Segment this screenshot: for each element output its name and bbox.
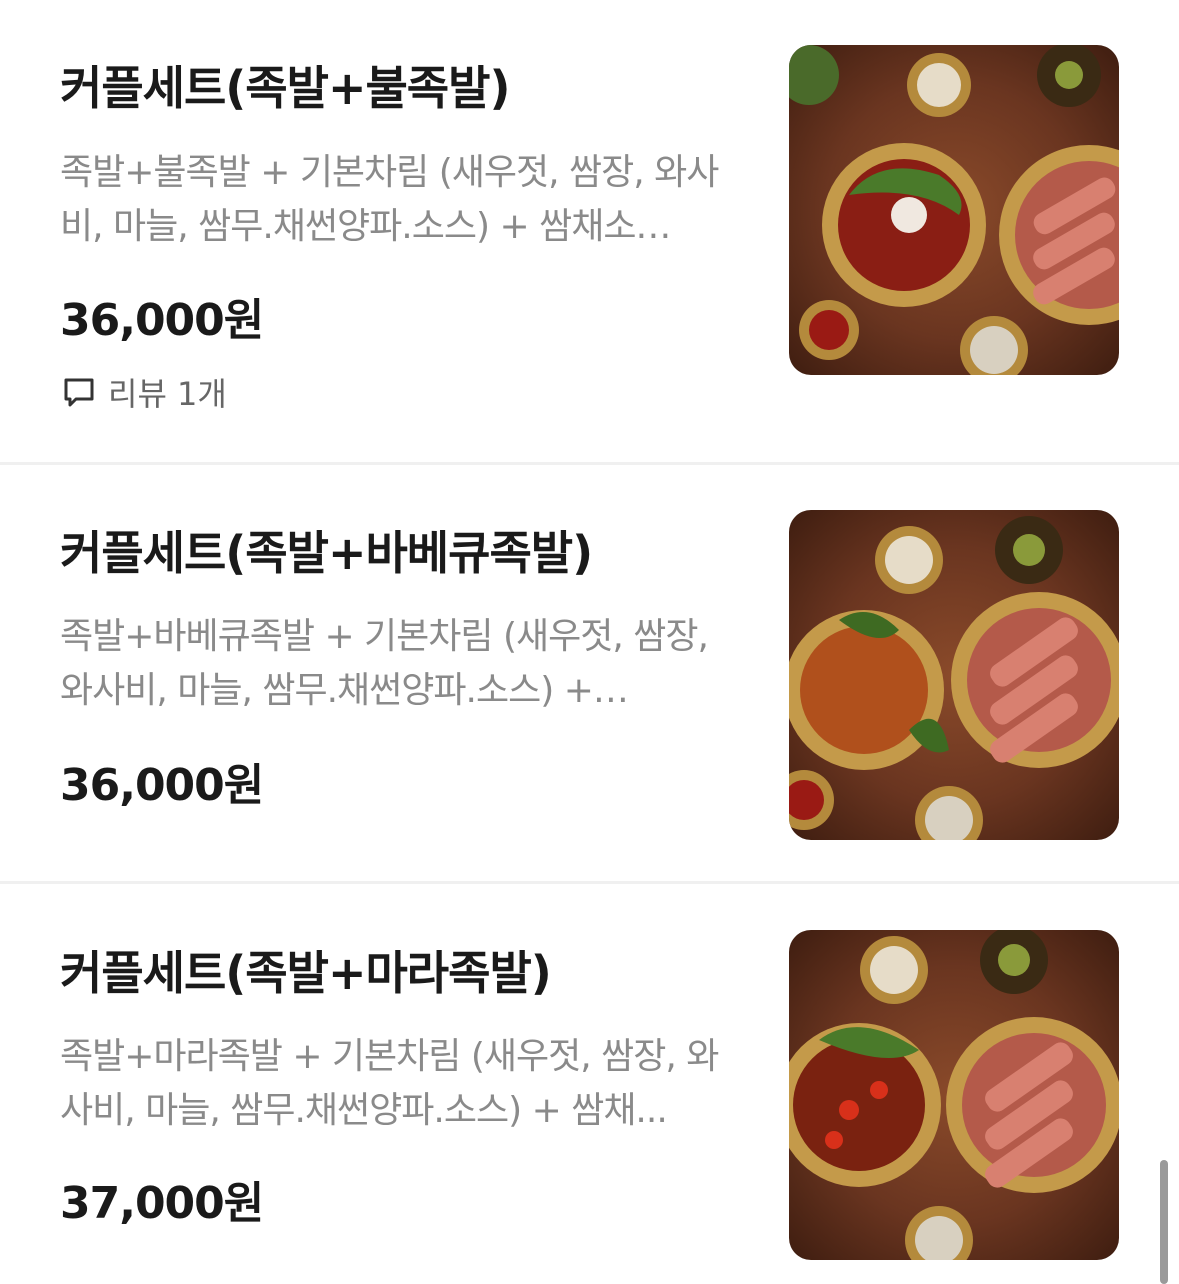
menu-item-title: 커플세트(족발+바베큐족발) (60, 526, 593, 580)
menu-item-description: 족발+마라족발 + 기본차림 (새우젓, 쌈장, 와사비, 마늘, 쌈무.채썬양… (60, 1036, 719, 1131)
food-photo-icon (789, 510, 1119, 840)
menu-item-title: 커플세트(족발+불족발) (60, 61, 510, 115)
menu-list: 커플세트(족발+불족발) 족발+불족발 + 기본차림 (새우젓, 쌈장, 와사비… (0, 0, 1179, 1284)
food-photo-icon (789, 930, 1119, 1260)
menu-item-price: 36,000원 (60, 760, 264, 811)
menu-item-price: 36,000원 (60, 295, 264, 346)
menu-item-description: 족발+불족발 + 기본차림 (새우젓, 쌈장, 와사비, 마늘, 쌈무.채썬양파… (60, 152, 719, 247)
menu-item-couple-set-bul-jokbal[interactable]: 커플세트(족발+불족발) 족발+불족발 + 기본차림 (새우젓, 쌈장, 와사비… (0, 0, 1179, 464)
menu-item-title: 커플세트(족발+마라족발) (60, 946, 552, 1000)
review-count-label: 리뷰 1개 (108, 375, 227, 413)
menu-item-couple-set-mala-jokbal[interactable]: 커플세트(족발+마라족발) 족발+마라족발 + 기본차림 (새우젓, 쌈장, 와… (0, 883, 1179, 1284)
food-photo-icon (789, 45, 1119, 375)
review-count[interactable]: 리뷰 1개 (62, 372, 227, 413)
menu-item-price: 37,000원 (60, 1178, 264, 1229)
menu-item-couple-set-bbq-jokbal[interactable]: 커플세트(족발+바베큐족발) 족발+바베큐족발 + 기본차림 (새우젓, 쌈장,… (0, 464, 1179, 883)
speech-bubble-icon (64, 378, 94, 407)
scrollbar[interactable] (1160, 1160, 1168, 1284)
menu-item-description: 족발+바베큐족발 + 기본차림 (새우젓, 쌈장, 와사비, 마늘, 쌈무.채썬… (60, 616, 709, 711)
